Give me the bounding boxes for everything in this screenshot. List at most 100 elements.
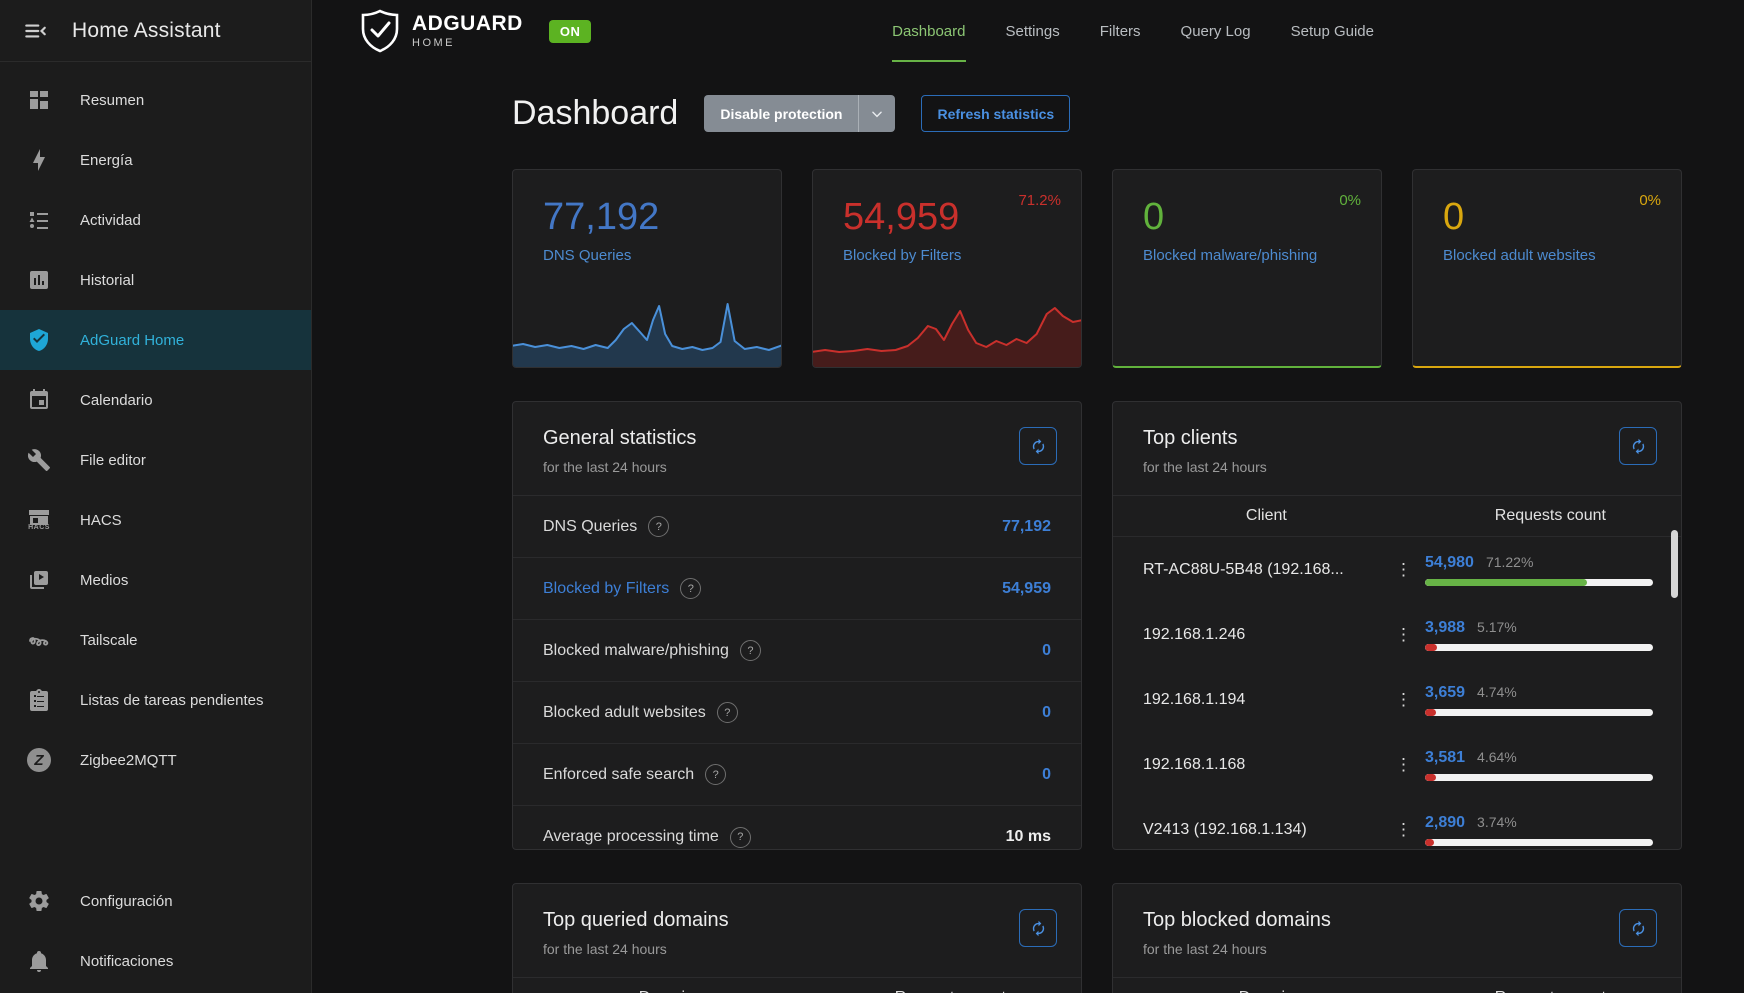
calendar-icon: [26, 387, 52, 413]
help-icon[interactable]: ?: [717, 702, 738, 723]
top-clients-table-header: Client Requests count: [1113, 496, 1681, 537]
adguard-shield-icon: [360, 9, 400, 53]
stats-value: 0: [1042, 642, 1051, 660]
panel-scrollbar[interactable]: [1671, 530, 1678, 598]
help-icon[interactable]: ?: [740, 640, 761, 661]
panel-title: Top blocked domains: [1143, 909, 1651, 932]
sidebar-item-label: HACS: [80, 512, 122, 529]
help-icon[interactable]: ?: [680, 578, 701, 599]
request-bar: [1425, 839, 1653, 846]
sidebar-item-calendario[interactable]: Calendario: [0, 370, 311, 430]
sidebar-item-adguard-home[interactable]: AdGuard Home: [0, 310, 311, 370]
refresh-icon-button[interactable]: [1619, 909, 1657, 947]
row-menu-icon[interactable]: ⋮: [1395, 560, 1425, 580]
card-blocked-malware[interactable]: 0% 0 Blocked malware/phishing: [1112, 169, 1382, 368]
dns-queries-sparkline: [512, 296, 782, 368]
refresh-icon-button[interactable]: [1019, 909, 1057, 947]
panel-subtitle: for the last 24 hours: [1143, 941, 1651, 957]
column-header-requests: Requests count: [1420, 507, 1681, 525]
chevron-down-icon[interactable]: [858, 95, 895, 132]
stats-row-processing-time: Average processing time ? 10 ms: [513, 806, 1081, 868]
column-header-client: Client: [1113, 507, 1420, 525]
request-count: 3,988: [1425, 619, 1465, 637]
refresh-icon: [1030, 438, 1047, 455]
sidebar-item-resumen[interactable]: Resumen: [0, 70, 311, 130]
tab-dashboard[interactable]: Dashboard: [892, 0, 965, 62]
top-blocked-domains-panel: Top blocked domains for the last 24 hour…: [1112, 883, 1682, 993]
middle-panels-row: General statistics for the last 24 hours…: [512, 401, 1743, 850]
sidebar-item-medios[interactable]: Medios: [0, 550, 311, 610]
row-menu-icon[interactable]: ⋮: [1395, 755, 1425, 775]
row-menu-icon[interactable]: ⋮: [1395, 625, 1425, 645]
disable-protection-button[interactable]: Disable protection: [704, 95, 895, 132]
sidebar-item-label: Tailscale: [80, 632, 138, 649]
panel-subtitle: for the last 24 hours: [543, 941, 1051, 957]
row-menu-icon[interactable]: ⋮: [1395, 690, 1425, 710]
panel-subtitle: for the last 24 hours: [543, 459, 1051, 475]
tab-setup-guide[interactable]: Setup Guide: [1291, 0, 1374, 62]
sidebar-item-notificaciones[interactable]: Notificaciones: [0, 931, 311, 991]
stat-percent: 71.2%: [1018, 192, 1061, 209]
refresh-icon-button[interactable]: [1019, 427, 1057, 465]
column-header-requests: Requests count: [1420, 989, 1681, 993]
request-percent: 5.17%: [1477, 619, 1517, 635]
row-menu-icon[interactable]: ⋮: [1395, 820, 1425, 840]
refresh-icon-button[interactable]: [1619, 427, 1657, 465]
column-header-domain: Domain: [513, 989, 820, 993]
client-row: 192.168.1.168 ⋮ 3,5814.64%: [1113, 732, 1681, 797]
tab-query-log[interactable]: Query Log: [1181, 0, 1251, 62]
activity-list-icon: [26, 207, 52, 233]
sidebar-item-energia[interactable]: Energía: [0, 130, 311, 190]
request-bar: [1425, 774, 1653, 781]
sidebar-item-actividad[interactable]: Actividad: [0, 190, 311, 250]
brand-name: ADGUARD: [412, 13, 523, 34]
brand-subtitle: HOME: [412, 37, 523, 49]
sidebar-item-file-editor[interactable]: File editor: [0, 430, 311, 490]
stats-value: 10 ms: [1006, 828, 1051, 846]
top-queried-domains-panel: Top queried domains for the last 24 hour…: [512, 883, 1082, 993]
sidebar-item-historial[interactable]: Historial: [0, 250, 311, 310]
app-title: Home Assistant: [72, 19, 221, 43]
help-icon[interactable]: ?: [648, 516, 669, 537]
refresh-icon: [1630, 920, 1647, 937]
refresh-icon: [1630, 438, 1647, 455]
protection-status-badge: ON: [549, 20, 592, 43]
sidebar-item-zigbee2mqtt[interactable]: Z Zigbee2MQTT: [0, 730, 311, 790]
sidebar-item-tailscale[interactable]: Tailscale: [0, 610, 311, 670]
bar-chart-icon: [26, 267, 52, 293]
card-blocked-by-filters[interactable]: 71.2% 54,959 Blocked by Filters: [812, 169, 1082, 368]
gear-icon: [26, 888, 52, 914]
stats-value: 77,192: [1002, 518, 1051, 536]
sidebar-item-label: Calendario: [80, 392, 153, 409]
tab-filters[interactable]: Filters: [1100, 0, 1141, 62]
column-header-requests: Requests count: [820, 989, 1081, 993]
sidebar-toggle-icon[interactable]: [22, 18, 48, 44]
stat-percent: 0%: [1639, 192, 1661, 209]
sidebar-item-hacs[interactable]: HACS HACS: [0, 490, 311, 550]
card-dns-queries[interactable]: 77,192 DNS Queries: [512, 169, 782, 368]
sidebar-item-label: Actividad: [80, 212, 141, 229]
tab-settings[interactable]: Settings: [1006, 0, 1060, 62]
client-row: V2413 (192.168.1.134) ⋮ 2,8903.74%: [1113, 797, 1681, 862]
sidebar-item-configuracion[interactable]: Configuración: [0, 871, 311, 931]
stat-cards-row: 77,192 DNS Queries 71.2% 54,959 Blocked …: [512, 169, 1743, 368]
stats-row-blocked-malware: Blocked malware/phishing ? 0: [513, 620, 1081, 682]
card-blocked-adult[interactable]: 0% 0 Blocked adult websites: [1412, 169, 1682, 368]
request-count: 3,581: [1425, 749, 1465, 767]
zigbee2mqtt-icon: Z: [26, 747, 52, 773]
stats-row-dns-queries: DNS Queries ? 77,192: [513, 496, 1081, 558]
sidebar-item-label: Zigbee2MQTT: [80, 752, 177, 769]
client-row: RT-AC88U-5B48 (192.168... ⋮ 54,98071.22%: [1113, 537, 1681, 602]
sidebar-item-label: Listas de tareas pendientes: [80, 692, 263, 709]
help-icon[interactable]: ?: [730, 827, 751, 848]
refresh-statistics-button[interactable]: Refresh statistics: [921, 95, 1070, 132]
help-icon[interactable]: ?: [705, 764, 726, 785]
media-play-icon: [26, 567, 52, 593]
adguard-logo: ADGUARD HOME ON: [360, 9, 591, 53]
request-percent: 4.74%: [1477, 684, 1517, 700]
hacs-store-icon: HACS: [26, 507, 52, 533]
stats-value: 54,959: [1002, 580, 1051, 598]
sidebar-item-listas-tareas[interactable]: Listas de tareas pendientes: [0, 670, 311, 730]
column-header-domain: Domain: [1113, 989, 1420, 993]
page-header: Dashboard Disable protection Refresh sta…: [512, 94, 1743, 133]
